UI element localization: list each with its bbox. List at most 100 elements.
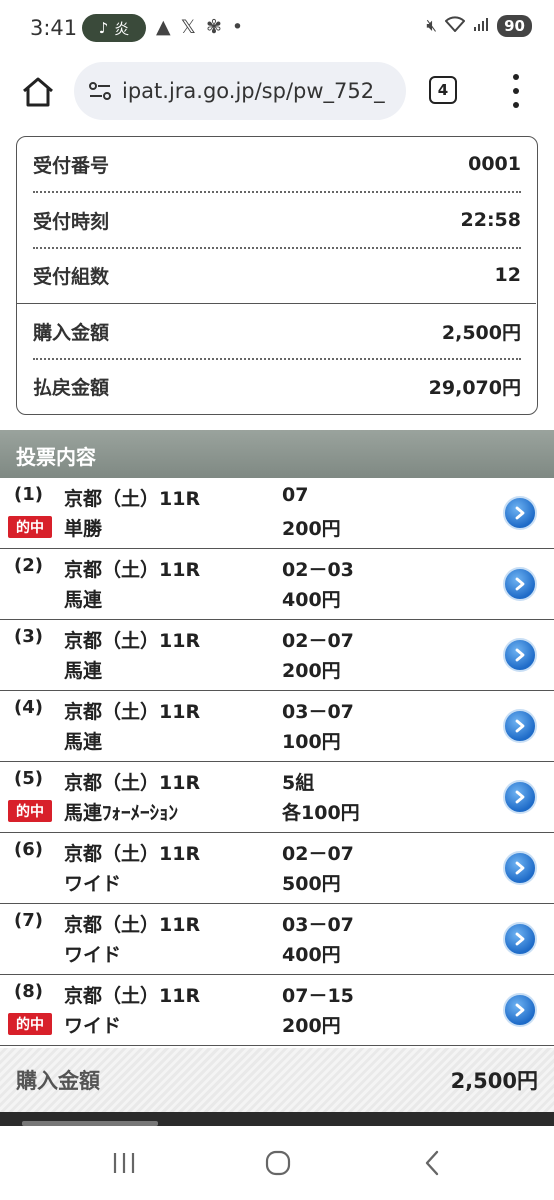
status-bar: 3:41 ♪ 炎 ▲ 𝕏 ✾ • 🔇︎ 90	[0, 0, 554, 58]
bet-combination: 07	[282, 484, 309, 506]
bet-combination: 02－07	[282, 630, 354, 652]
x-logo-icon: 𝕏	[180, 16, 196, 38]
bet-number: (1)	[14, 484, 43, 505]
status-time: 3:41	[30, 16, 78, 40]
row-value: 29,070円	[428, 376, 521, 399]
warning-icon: ▲	[156, 16, 171, 38]
chevron-right-icon[interactable]	[503, 567, 537, 601]
receipt-time-row: 受付時刻 22:58	[33, 193, 521, 247]
home-icon	[23, 77, 53, 107]
chevron-right-icon[interactable]	[503, 780, 537, 814]
bet-type: 馬連	[64, 731, 103, 753]
more-menu-button[interactable]	[506, 74, 526, 108]
back-icon	[425, 1150, 439, 1176]
battery-icon: 90	[497, 15, 532, 37]
home-button[interactable]	[18, 72, 58, 112]
row-value: 2,500円	[441, 321, 521, 344]
bet-amount: 400円	[282, 944, 341, 966]
footer-strip	[0, 1112, 554, 1126]
race-name: 京都（土）11R	[64, 772, 201, 794]
bet-type: 単勝	[64, 518, 103, 540]
system-icons: 🔇︎ 90	[426, 15, 532, 37]
race-name: 京都（土）11R	[64, 630, 201, 652]
bet-combination: 5組	[282, 772, 315, 794]
bet-combination: 02－07	[282, 843, 354, 865]
row-label: 受付時刻	[33, 210, 110, 233]
total-label: 購入金額	[16, 1069, 100, 1093]
bet-combination: 07－15	[282, 985, 354, 1007]
recent-apps-button[interactable]	[104, 1146, 144, 1180]
race-name: 京都（土）11R	[64, 985, 201, 1007]
navigation-bar	[0, 1126, 554, 1200]
receipt-summary: 受付番号 0001 受付時刻 22:58 受付組数 12 購入金額 2,500円…	[16, 136, 538, 415]
site-settings-icon	[89, 82, 111, 100]
notification-icons: ▲ 𝕏 ✾ •	[156, 16, 243, 38]
bet-type: ワイド	[64, 873, 122, 895]
hit-badge: 的中	[8, 1013, 52, 1035]
row-label: 払戻金額	[33, 376, 110, 399]
bet-type: 馬連	[64, 589, 103, 611]
media-pill-label: 炎	[114, 19, 130, 38]
chevron-right-icon[interactable]	[503, 922, 537, 956]
race-name: 京都（土）11R	[64, 914, 201, 936]
bet-amount: 500円	[282, 873, 341, 895]
bet-row[interactable]: (3) 京都（土）11R 馬連 02－07 200円	[0, 620, 554, 691]
bet-number: (5)	[14, 768, 43, 789]
media-pill[interactable]: ♪ 炎	[82, 14, 146, 42]
section-header: 投票内容	[0, 430, 554, 478]
row-label: 購入金額	[33, 321, 110, 344]
chevron-right-icon[interactable]	[503, 496, 537, 530]
bet-amount: 200円	[282, 660, 341, 682]
pinwheel-icon: ✾	[205, 16, 222, 38]
race-name: 京都（土）11R	[64, 701, 201, 723]
chevron-right-icon[interactable]	[503, 709, 537, 743]
tab-switcher-button[interactable]: 4	[429, 76, 457, 104]
back-button[interactable]	[413, 1146, 453, 1180]
bet-amount: 200円	[282, 1015, 341, 1037]
mute-icon: 🔇︎	[426, 16, 438, 36]
music-note-icon: ♪	[98, 19, 109, 37]
bet-row[interactable]: (7) 京都（土）11R ワイド 03－07 400円	[0, 904, 554, 975]
chevron-right-icon[interactable]	[503, 851, 537, 885]
payout-amount-row: 払戻金額 29,070円	[33, 359, 521, 413]
total-value: 2,500円	[450, 1069, 538, 1093]
row-label: 受付番号	[33, 154, 110, 177]
total-purchase-bar: 購入金額 2,500円	[0, 1048, 554, 1112]
bet-row[interactable]: (8) 的中 京都（土）11R ワイド 07－15 200円	[0, 975, 554, 1046]
bet-number: (7)	[14, 910, 43, 931]
chevron-right-icon[interactable]	[503, 638, 537, 672]
race-name: 京都（土）11R	[64, 488, 201, 510]
purchase-amount-row: 購入金額 2,500円	[33, 304, 521, 358]
bet-row[interactable]: (4) 京都（土）11R 馬連 03－07 100円	[0, 691, 554, 762]
bet-number: (6)	[14, 839, 43, 860]
race-name: 京都（土）11R	[64, 559, 201, 581]
chevron-right-icon[interactable]	[503, 993, 537, 1027]
bet-number: (8)	[14, 981, 43, 1002]
row-value: 22:58	[460, 209, 521, 231]
home-circle-icon	[265, 1150, 291, 1176]
bet-type: 馬連ﾌｫｰﾒｰｼｮﾝ	[64, 802, 179, 824]
bet-row[interactable]: (6) 京都（土）11R ワイド 02－07 500円	[0, 833, 554, 904]
dot-icon: •	[231, 16, 244, 38]
url-text: ipat.jra.go.jp/sp/pw_752_	[122, 79, 385, 103]
address-bar[interactable]: ipat.jra.go.jp/sp/pw_752_	[74, 62, 406, 120]
bet-combination: 03－07	[282, 701, 354, 723]
bet-type: 馬連	[64, 660, 103, 682]
race-name: 京都（土）11R	[64, 843, 201, 865]
bet-amount: 各100円	[282, 802, 360, 824]
row-label: 受付組数	[33, 265, 110, 288]
bet-row[interactable]: (5) 的中 京都（土）11R 馬連ﾌｫｰﾒｰｼｮﾝ 5組 各100円	[0, 762, 554, 833]
bet-row[interactable]: (2) 京都（土）11R 馬連 02－03 400円	[0, 549, 554, 620]
row-value: 0001	[468, 153, 521, 175]
bet-amount: 100円	[282, 731, 341, 753]
recent-apps-icon	[113, 1153, 135, 1173]
bet-row[interactable]: (1) 的中 京都（土）11R 単勝 07 200円	[0, 478, 554, 549]
bet-type: ワイド	[64, 944, 122, 966]
set-count-row: 受付組数 12	[33, 248, 521, 302]
bet-combination: 02－03	[282, 559, 354, 581]
home-nav-button[interactable]	[258, 1146, 298, 1180]
bet-combination: 03－07	[282, 914, 354, 936]
hit-badge: 的中	[8, 800, 52, 822]
bet-number: (2)	[14, 555, 43, 576]
row-value: 12	[494, 264, 521, 286]
